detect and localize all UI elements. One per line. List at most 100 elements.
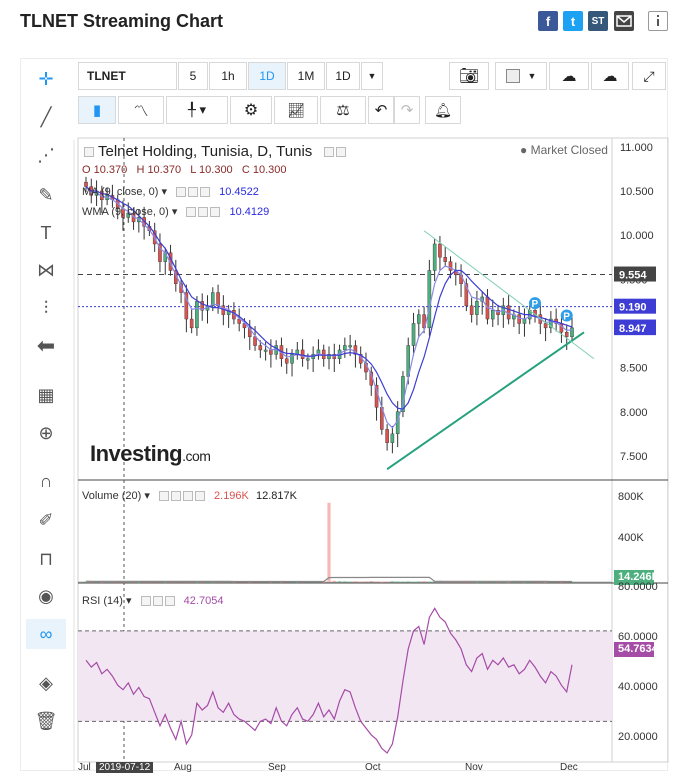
volume-bar [327, 502, 331, 582]
x-tick-oct: Oct [365, 762, 381, 773]
wma-label: WMA (9, close, 0) [82, 206, 169, 218]
volume-bar [385, 581, 389, 583]
price-tick-label: 8.500 [620, 363, 648, 375]
volume-label: Volume (20) [82, 490, 142, 502]
volume-bar [353, 581, 357, 583]
candle-body [469, 305, 474, 315]
candle-body [348, 345, 352, 348]
volume-bar [343, 581, 347, 583]
candle-body [258, 345, 263, 351]
candle-body [189, 318, 194, 329]
volume-bar [417, 581, 421, 583]
volume-bar [374, 581, 379, 583]
instrument-title: Telnet Holding, Tunisia, D, Tunis [82, 143, 347, 160]
price-tick-label: 10.000 [620, 230, 654, 242]
rsi-value: 42.7054 [183, 595, 224, 607]
rsi-last-tag: 54.7634 [614, 642, 658, 657]
price-tick-label: 8.000 [620, 407, 648, 419]
volume-bar [427, 581, 431, 583]
candle-body [438, 243, 442, 258]
candle-body [417, 314, 421, 324]
volume-bar [380, 581, 384, 583]
candle-body [475, 301, 479, 315]
volume-bar [422, 581, 426, 583]
wma-legend: WMA (9, close, 0) ▾ 10.4129 [82, 206, 270, 218]
candle-body [427, 270, 432, 329]
candle-body [543, 323, 548, 329]
candle-body [564, 332, 569, 337]
rsi-band [78, 630, 612, 722]
candle-body [343, 345, 347, 351]
ohlc-close: C 10.300 [241, 164, 287, 176]
volume-bar [369, 581, 373, 583]
volume-legend: Volume (20) ▾ 2.196K 12.817K [82, 490, 297, 502]
x-tick-jul: Jul [78, 762, 91, 773]
resistance-trendline [423, 230, 595, 360]
candle-body [443, 257, 447, 262]
candle-body [448, 261, 453, 271]
price-tag-label: 9.190 [619, 302, 647, 314]
volume-bar [359, 581, 363, 583]
rsi-label: RSI (14) [82, 595, 123, 607]
rsi-legend: RSI (14) ▾ 42.7054 [82, 595, 224, 607]
pivot-marker-label: P [532, 299, 539, 310]
price-tick-label: 10.500 [620, 186, 654, 198]
rsi-tick-80: 80.0000 [618, 581, 658, 593]
candle-body [385, 429, 389, 443]
candle-body [490, 310, 495, 320]
candle-body [216, 292, 220, 306]
investing-logo: Investing.com [90, 441, 211, 467]
ohlc-readout: O 10.370 H 10.370 L 10.300 C 10.300 [82, 164, 287, 176]
volume-bar [348, 581, 352, 583]
x-tick-dec: Dec [560, 762, 578, 773]
price-tag-label: 9.554 [619, 270, 647, 282]
x-tick-sep: Sep [268, 762, 286, 773]
ma-label: MA (9, close, 0) [82, 186, 159, 198]
ohlc-open: O 10.370 [82, 164, 128, 176]
volume-value-2: 12.817K [255, 490, 297, 502]
candle-body [300, 349, 305, 359]
volume-bar [396, 581, 400, 583]
candle-body [522, 318, 527, 324]
market-status-text: Market Closed [530, 143, 608, 157]
ohlc-high: H 10.370 [136, 164, 182, 176]
candle-body [390, 433, 395, 443]
support-trendline [386, 331, 585, 470]
candle-body [432, 243, 437, 271]
market-status: ● Market Closed [520, 143, 608, 157]
x-crosshair-date: 2019-07-12 [96, 762, 154, 773]
instrument-name: Telnet Holding, Tunisia, D, Tunis [98, 143, 313, 160]
logo-text: Investing [90, 441, 183, 466]
ma-value: 10.4522 [219, 186, 259, 198]
rsi-tick-20: 20.0000 [618, 731, 658, 743]
pivot-marker-label: P [563, 312, 570, 323]
volume-bar [401, 581, 405, 583]
logo-suffix: .com [182, 448, 211, 464]
volume-value-1: 2.196K [214, 490, 249, 502]
candle-body [284, 358, 289, 364]
price-tick-label: 11.000 [620, 142, 653, 154]
ma-legend: MA (9, close, 0) ▾ 10.4522 [82, 186, 259, 198]
candle-body [263, 349, 268, 352]
rsi-tick-40: 40.0000 [618, 681, 658, 693]
candle-body [517, 314, 521, 324]
candle-body [411, 323, 416, 346]
volume-tick-800k: 800K [618, 491, 644, 503]
x-tick-nov: Nov [465, 762, 483, 773]
ma-line [85, 186, 573, 410]
candle-body [195, 301, 199, 329]
volume-bar [390, 581, 394, 583]
volume-bar [406, 581, 410, 583]
volume-bar [332, 580, 336, 582]
x-tick-aug: Aug [174, 762, 192, 773]
candle-body [269, 349, 273, 355]
price-tick-label: 7.500 [620, 451, 648, 463]
wma-value: 10.4129 [229, 206, 270, 218]
price-chart[interactable]: 11.00010.50010.0009.5009.0008.5008.0007.… [0, 0, 689, 771]
candle-body [306, 358, 310, 361]
volume-bar [411, 581, 416, 583]
volume-bar [337, 581, 342, 583]
volume-bar [364, 581, 368, 583]
ohlc-low: L 10.300 [190, 164, 233, 176]
volume-tick-400k: 400K [618, 532, 644, 544]
